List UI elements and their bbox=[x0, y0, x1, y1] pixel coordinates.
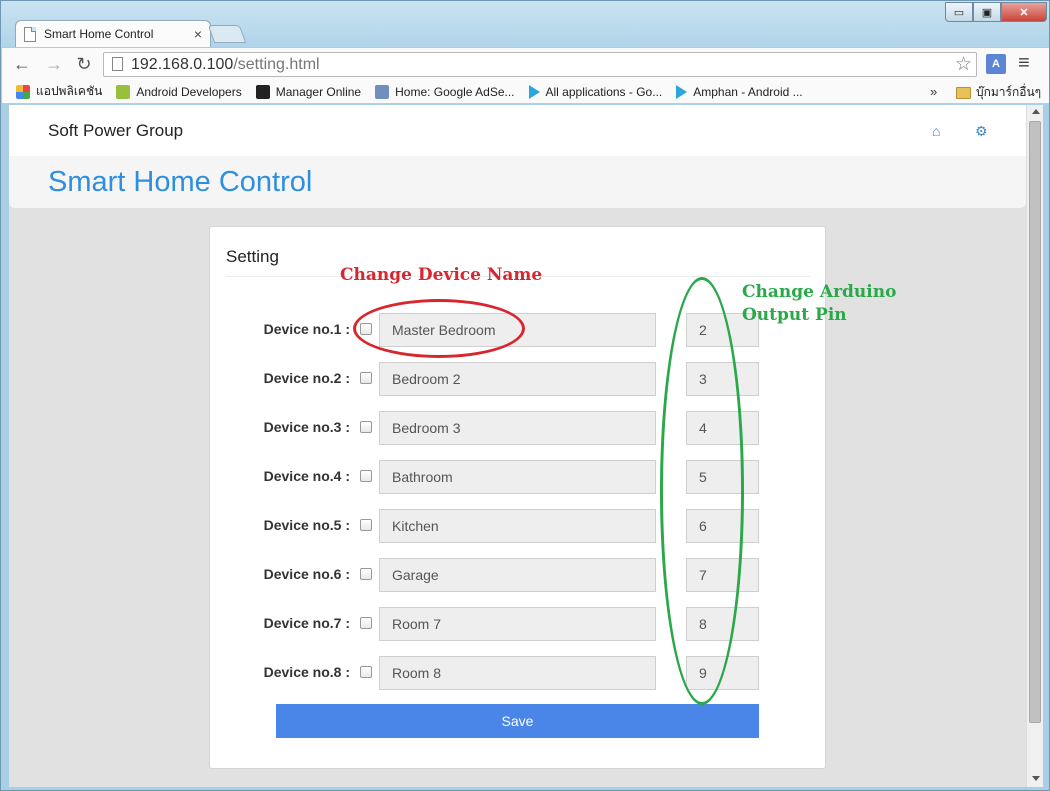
window-close-button[interactable]: ✕ bbox=[1001, 2, 1047, 22]
play-icon bbox=[528, 84, 540, 99]
other-bookmarks[interactable]: บุ๊กมาร์กอื่นๆ bbox=[956, 83, 1041, 102]
bookmark-manager-online[interactable]: Manager Online bbox=[255, 84, 361, 99]
page-icon bbox=[24, 26, 36, 42]
bookmark-amphan[interactable]: Amphan - Android ... bbox=[676, 84, 803, 99]
reload-icon[interactable]: ↻ bbox=[73, 53, 95, 75]
change-pin-annotation: Change Arduino Output Pin bbox=[742, 281, 896, 327]
browser-window: Smart Home Control × ▭ ▣ ✕ ← → ↻ 192.168… bbox=[0, 0, 1050, 791]
back-arrow-icon[interactable]: ← bbox=[11, 53, 33, 75]
annotation-line: Change Arduino bbox=[742, 282, 897, 302]
annotation-line: Output Pin bbox=[742, 305, 847, 325]
device-checkbox[interactable] bbox=[360, 617, 372, 629]
bookmark-all-applications[interactable]: All applications - Go... bbox=[528, 84, 662, 99]
translate-icon[interactable]: A bbox=[986, 54, 1006, 74]
device-checkbox[interactable] bbox=[360, 421, 372, 433]
bookmarks-more-icon[interactable]: » bbox=[930, 84, 937, 99]
panel-title: Setting bbox=[226, 247, 279, 266]
device-checkbox[interactable] bbox=[360, 568, 372, 580]
play-icon bbox=[676, 84, 688, 99]
page-scrollbar[interactable] bbox=[1026, 105, 1043, 787]
home-icon[interactable]: ⌂ bbox=[932, 123, 940, 139]
bookmark-adsense[interactable]: Home: Google AdSe... bbox=[375, 84, 515, 99]
bookmarks-bar: แอปพลิเคชัน Android Developers Manager O… bbox=[2, 80, 1049, 104]
menu-icon[interactable]: ≡ bbox=[1018, 52, 1030, 75]
page-header: Smart Home Control bbox=[9, 156, 1026, 209]
bookmark-apps[interactable]: แอปพลิเคชัน bbox=[16, 82, 102, 101]
device-label: Device no.7 : bbox=[263, 615, 350, 631]
close-icon[interactable]: × bbox=[194, 26, 202, 42]
scroll-down-icon[interactable] bbox=[1032, 776, 1040, 781]
device-checkbox[interactable] bbox=[360, 470, 372, 482]
device-label: Device no.5 : bbox=[263, 517, 350, 533]
forward-arrow-icon[interactable]: → bbox=[43, 53, 65, 75]
bookmark-android-developers[interactable]: Android Developers bbox=[116, 84, 242, 99]
scroll-up-icon[interactable] bbox=[1032, 109, 1040, 114]
device-name-input[interactable]: Room 8 bbox=[379, 656, 656, 690]
page-icon bbox=[112, 57, 123, 71]
tab-title: Smart Home Control bbox=[44, 27, 154, 41]
address-bar[interactable]: 192.168.0.100/setting.html ☆ bbox=[103, 52, 977, 77]
maximize-button[interactable]: ▣ bbox=[973, 2, 1001, 22]
device-checkbox[interactable] bbox=[360, 666, 372, 678]
green-highlight-ellipse bbox=[660, 277, 744, 705]
page-title: Smart Home Control bbox=[48, 166, 313, 198]
apps-icon bbox=[16, 84, 30, 99]
adsense-icon bbox=[375, 84, 390, 99]
change-device-name-annotation: Change Device Name bbox=[340, 265, 543, 285]
save-button[interactable]: Save bbox=[276, 704, 759, 738]
device-name-input[interactable]: Bedroom 3 bbox=[379, 411, 656, 445]
manager-icon bbox=[255, 84, 270, 99]
device-label: Device no.4 : bbox=[263, 468, 350, 484]
browser-toolbar: ← → ↻ 192.168.0.100/setting.html ☆ A ≡ bbox=[2, 47, 1049, 80]
device-name-input[interactable]: Garage bbox=[379, 558, 656, 592]
scrollbar-thumb[interactable] bbox=[1029, 121, 1041, 723]
device-name-input[interactable]: Bedroom 2 bbox=[379, 362, 656, 396]
browser-tab[interactable]: Smart Home Control × bbox=[15, 20, 211, 47]
device-checkbox[interactable] bbox=[360, 372, 372, 384]
device-name-input[interactable]: Kitchen bbox=[379, 509, 656, 543]
page-viewport: Soft Power Group ⌂ ⚙ Smart Home Control … bbox=[9, 105, 1026, 787]
folder-icon bbox=[956, 86, 971, 99]
new-tab-button[interactable] bbox=[207, 25, 247, 43]
device-label: Device no.3 : bbox=[263, 419, 350, 435]
device-label: Device no.6 : bbox=[263, 566, 350, 582]
minimize-button[interactable]: ▭ bbox=[945, 2, 973, 22]
device-name-input[interactable]: Room 7 bbox=[379, 607, 656, 641]
device-name-input[interactable]: Bathroom bbox=[379, 460, 656, 494]
settings-gear-icon[interactable]: ⚙ bbox=[975, 123, 988, 140]
bookmark-star-icon[interactable]: ☆ bbox=[955, 53, 972, 76]
brand-link[interactable]: Soft Power Group bbox=[48, 121, 183, 141]
device-label: Device no.2 : bbox=[263, 370, 350, 386]
site-navbar: Soft Power Group ⌂ ⚙ bbox=[9, 105, 1026, 156]
device-label: Device no.8 : bbox=[263, 664, 350, 680]
android-icon bbox=[116, 84, 131, 99]
red-highlight-ellipse bbox=[353, 299, 525, 358]
device-label: Device no.1 : bbox=[263, 321, 350, 337]
url-text: 192.168.0.100/setting.html bbox=[131, 56, 320, 73]
device-checkbox[interactable] bbox=[360, 519, 372, 531]
